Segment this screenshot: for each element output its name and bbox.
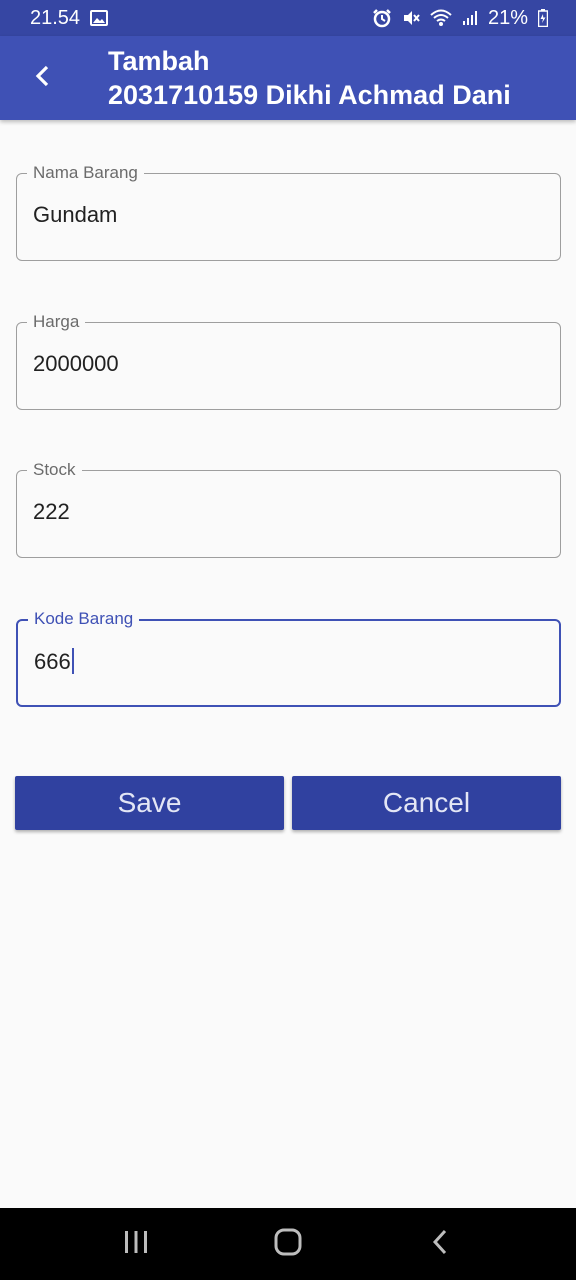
- stock-field[interactable]: Stock 222: [16, 460, 561, 558]
- status-time: 21.54: [30, 6, 81, 29]
- app-bar: Tambah 2031710159 Dikhi Achmad Dani: [0, 36, 576, 120]
- kode-barang-input: 666: [34, 648, 74, 676]
- battery-icon: [538, 9, 548, 27]
- stock-label: Stock: [27, 460, 82, 480]
- alarm-icon: [372, 8, 392, 28]
- stock-value: 222: [33, 499, 70, 524]
- page-title-line2: 2031710159 Dikhi Achmad Dani: [108, 80, 511, 110]
- signal-icon: [462, 10, 478, 26]
- nama-barang-value: Gundam: [33, 202, 118, 227]
- kode-barang-field[interactable]: Kode Barang 666: [16, 609, 561, 707]
- save-button[interactable]: Save: [15, 776, 284, 830]
- kode-barang-value: 666: [34, 649, 71, 674]
- wifi-icon: [430, 9, 452, 27]
- harga-value: 2000000: [33, 351, 119, 376]
- nav-back-button[interactable]: [410, 1214, 470, 1274]
- kode-barang-label: Kode Barang: [28, 609, 140, 629]
- nama-barang-field[interactable]: Nama Barang Gundam: [16, 163, 561, 261]
- text-cursor: [71, 648, 74, 674]
- recents-button[interactable]: [106, 1214, 166, 1274]
- mute-icon: [402, 9, 420, 27]
- nama-barang-label: Nama Barang: [27, 163, 144, 183]
- page-title-line1: Tambah: [108, 46, 210, 76]
- cancel-button[interactable]: Cancel: [292, 776, 561, 830]
- harga-label: Harga: [27, 312, 86, 332]
- back-icon: [431, 1229, 449, 1260]
- status-left: 21.54: [30, 6, 109, 30]
- status-bar: 21.54 21%: [0, 0, 576, 36]
- page-title: Tambah 2031710159 Dikhi Achmad Dani: [108, 44, 511, 112]
- gallery-icon: [90, 10, 109, 26]
- battery-percent: 21%: [487, 6, 528, 29]
- home-button[interactable]: [258, 1214, 318, 1274]
- harga-field[interactable]: Harga 2000000: [16, 312, 561, 410]
- back-button[interactable]: [22, 56, 62, 100]
- arrow-back-icon: [34, 65, 50, 92]
- home-icon: [274, 1228, 302, 1261]
- status-right: 21%: [372, 7, 548, 30]
- system-nav-bar: [0, 1208, 576, 1280]
- recents-icon: [123, 1230, 149, 1259]
